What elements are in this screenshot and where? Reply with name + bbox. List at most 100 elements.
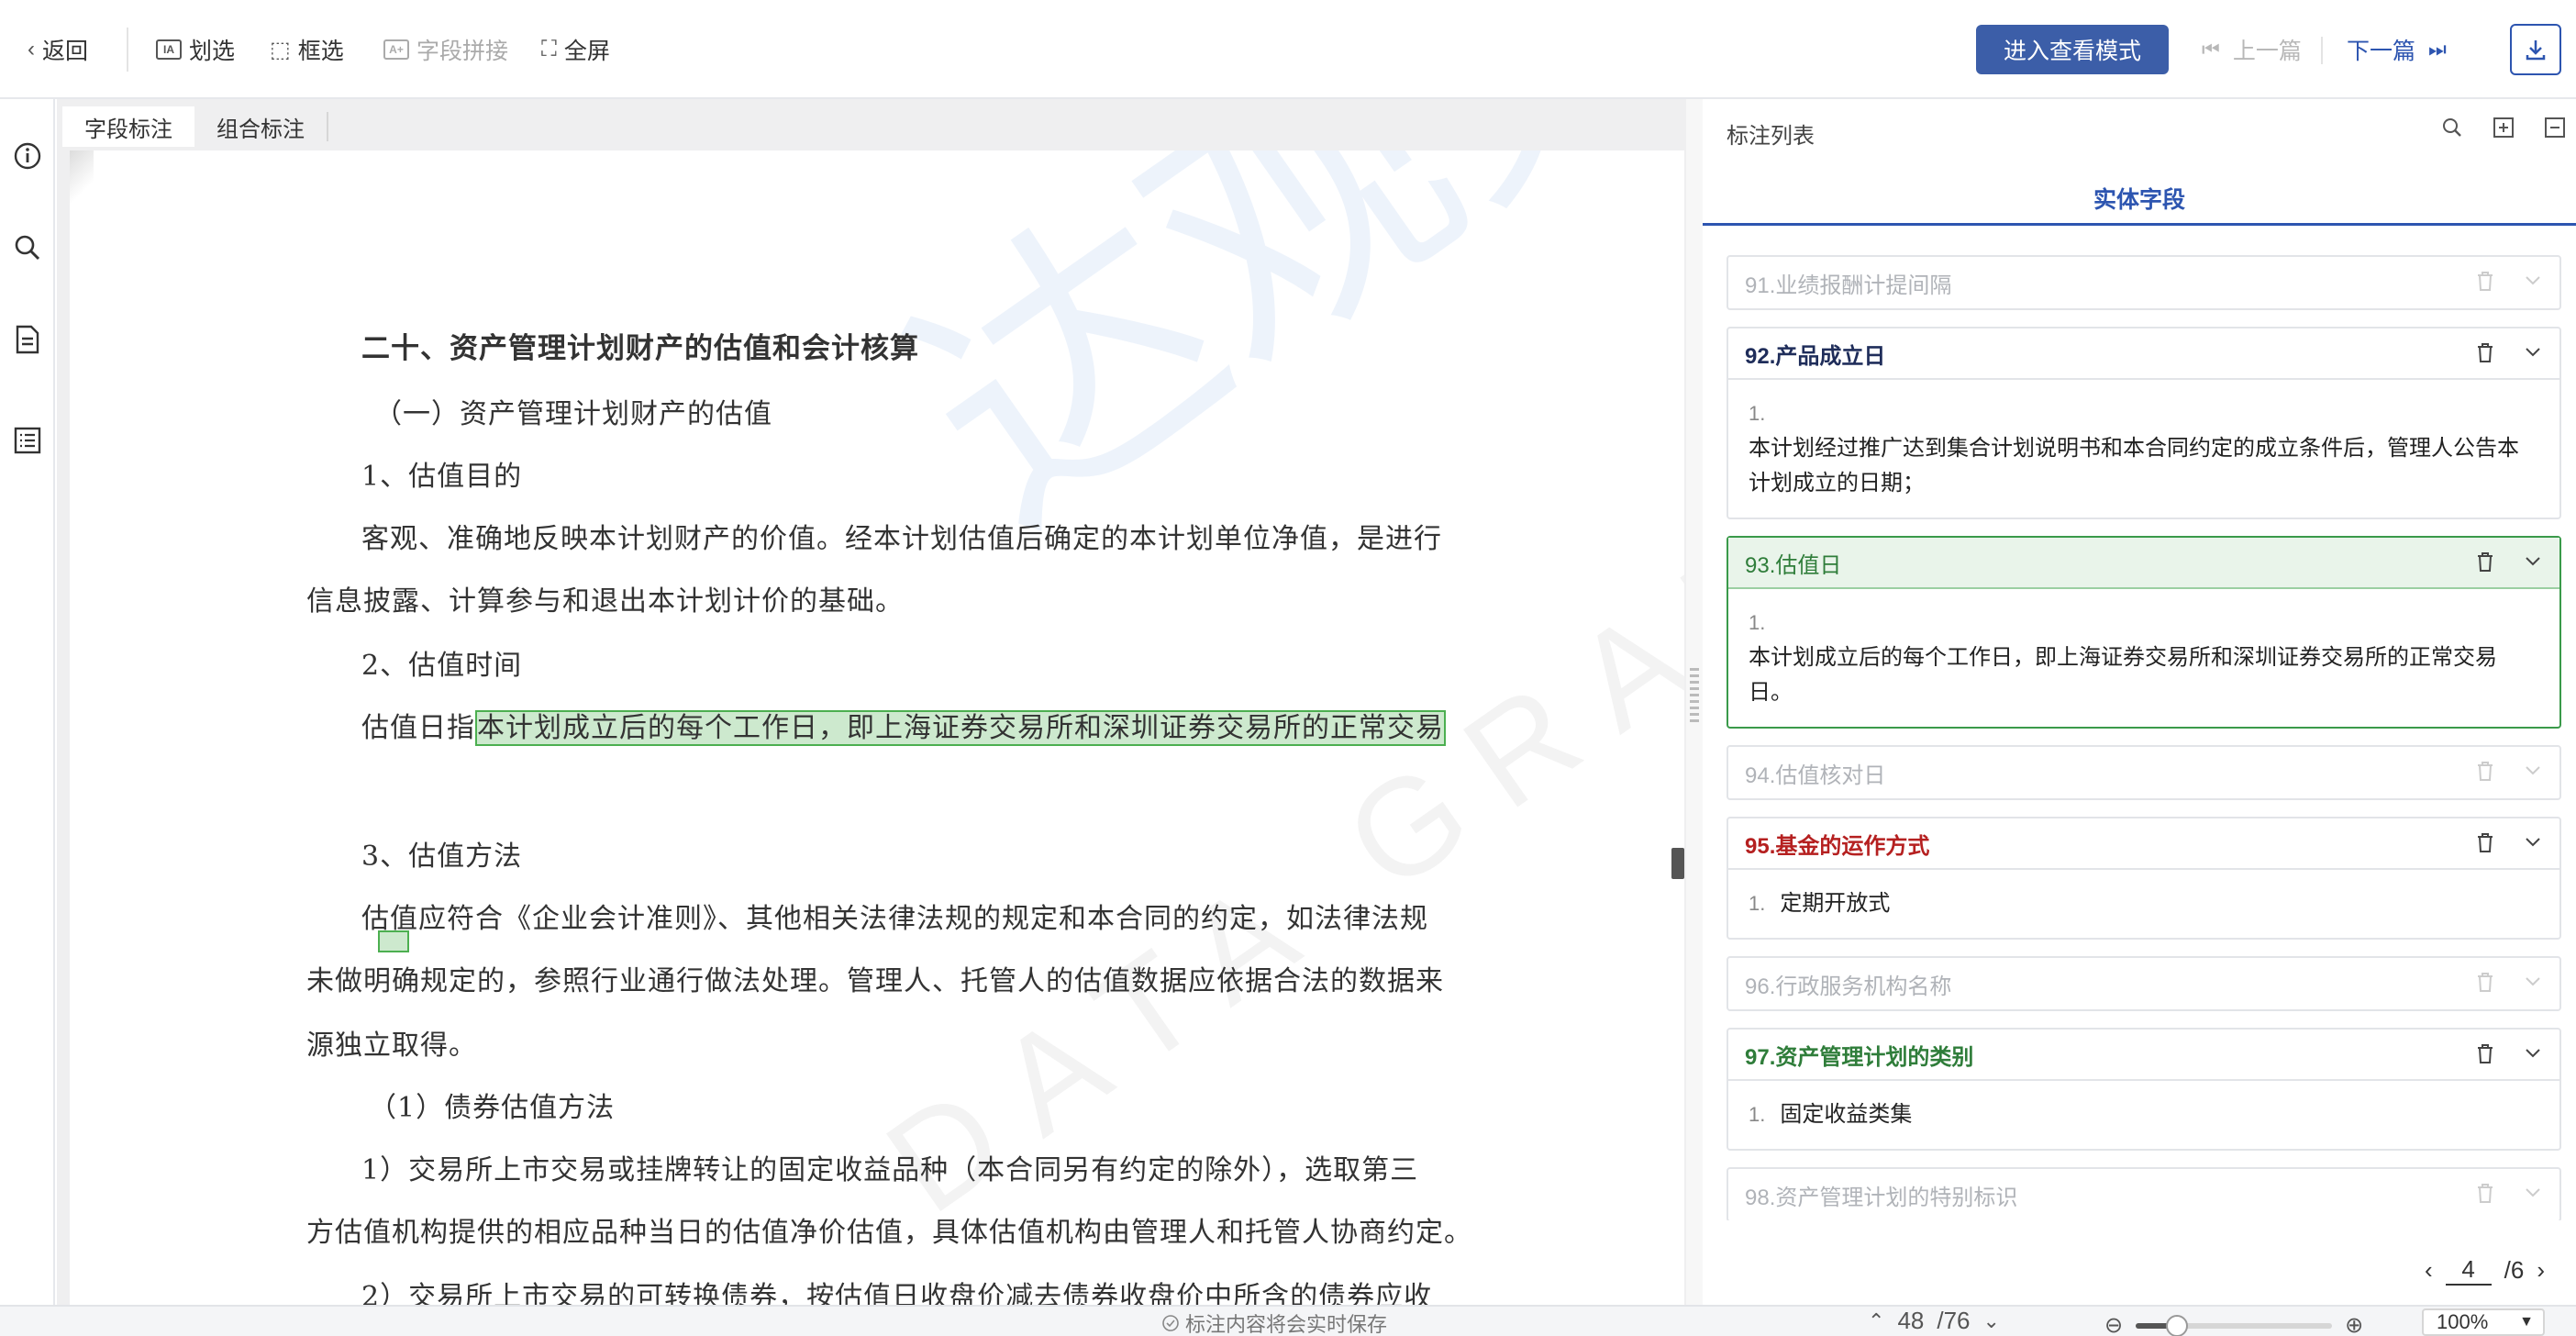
chevron-down-icon[interactable] <box>2523 1042 2543 1071</box>
select-text-label: 划选 <box>189 39 236 64</box>
card-header[interactable]: 96.行政服务机构名称 <box>1728 958 2559 1009</box>
field-concat-button[interactable]: A+ 字段拼接 <box>383 0 508 99</box>
next-doc-button[interactable]: 下一篇 ⏭ <box>2347 25 2447 74</box>
trash-icon[interactable] <box>2475 270 2495 298</box>
chevron-right-icon[interactable]: › <box>2537 1256 2545 1285</box>
highlighted-annotation[interactable]: 本计划成立后的每个工作日，即上海证券交易所和深圳证券交易所的正常交易 <box>475 710 1446 746</box>
prev-doc-button[interactable]: ⏮ 上一篇 <box>2202 25 2302 74</box>
tab-divider <box>327 112 328 141</box>
trash-icon[interactable] <box>2475 760 2495 788</box>
tab-field-annotation[interactable]: 字段标注 <box>62 106 194 147</box>
zoom-in-icon[interactable]: ⊕ <box>2345 1312 2363 1336</box>
card-header[interactable]: 95.基金的运作方式 <box>1728 818 2559 870</box>
back-button[interactable]: ‹ 返回 <box>28 0 88 99</box>
annotation-card[interactable]: 91.业绩报酬计提间隔 <box>1727 255 2561 310</box>
nav-divider <box>2321 37 2323 64</box>
annotation-value[interactable]: 本计划经过推广达到集合计划说明书和本合同约定的成立条件后，管理人公告本计划成立的… <box>1749 436 2519 495</box>
next-doc-label: 下一篇 <box>2347 39 2416 64</box>
prev-doc-label: 上一篇 <box>2232 39 2302 64</box>
scrollbar-thumb[interactable] <box>1671 848 1684 879</box>
zoom-value: 100% <box>2437 1310 2489 1333</box>
trash-icon[interactable] <box>2475 1042 2495 1071</box>
annotation-value[interactable]: 固定收益类集 <box>1780 1102 1912 1127</box>
trash-icon[interactable] <box>2475 971 2495 999</box>
page-down-icon[interactable]: ⌄ <box>1983 1309 2000 1333</box>
view-mode-button[interactable]: 进入查看模式 <box>1976 25 2169 74</box>
document-icon[interactable] <box>11 323 44 356</box>
current-page[interactable]: 48 <box>1897 1307 1924 1335</box>
card-body: 1. 固定收益类集 <box>1728 1081 2559 1149</box>
annotation-card[interactable]: 97.资产管理计划的类别 1. 固定收益类集 <box>1727 1028 2561 1151</box>
card-header[interactable]: 94.估值核对日 <box>1728 747 2559 798</box>
trash-icon[interactable] <box>2475 341 2495 370</box>
card-header[interactable]: 97.资产管理计划的类别 <box>1728 1030 2559 1081</box>
card-body: 1. 定期开放式 <box>1728 870 2559 938</box>
doc-line: 1、估值目的 <box>361 461 523 493</box>
trash-icon[interactable] <box>2475 831 2495 860</box>
zoom-out-icon[interactable]: ⊖ <box>2104 1312 2123 1336</box>
chevron-left-icon[interactable]: ‹ <box>2425 1256 2433 1285</box>
annotation-value[interactable]: 本计划成立后的每个工作日，即上海证券交易所和深圳证券交易所的正常交易日。 <box>1749 645 2497 705</box>
trash-icon[interactable] <box>2475 1182 2495 1210</box>
chevron-down-icon[interactable] <box>2523 831 2543 860</box>
top-toolbar: ‹ 返回 IA 划选 ⬚ 框选 A+ 字段拼接 ⛶ 全屏 进入查看模式 ⏮ 上一… <box>0 0 2576 99</box>
value-index: 1. <box>1749 1103 1766 1126</box>
chevron-left-icon: ‹ <box>28 37 35 61</box>
tab-entity-fields[interactable]: 实体字段 <box>1703 173 2576 226</box>
save-notice: 标注内容将会实时保存 <box>1161 1308 1387 1336</box>
zoom-slider[interactable] <box>2136 1314 2333 1336</box>
search-icon[interactable] <box>11 231 44 264</box>
doc-line: 信息披露、计算参与和退出本计划计价的基础。 <box>306 585 904 618</box>
zoom-control: ⊖ ⊕ <box>2104 1312 2363 1336</box>
info-icon[interactable] <box>11 139 44 173</box>
doc-line: （1）债券估值方法 <box>369 1092 616 1124</box>
total-pages: /6 <box>2504 1256 2525 1284</box>
current-page-input[interactable]: 4 <box>2445 1255 2492 1286</box>
panel-splitter[interactable] <box>1686 99 1703 1305</box>
zoom-select[interactable]: 100% ▼ <box>2422 1308 2545 1336</box>
card-header[interactable]: 92.产品成立日 <box>1728 328 2559 380</box>
list-icon[interactable] <box>11 424 44 457</box>
fullscreen-icon: ⛶ <box>541 37 557 61</box>
chevron-down-icon: ▼ <box>2519 1314 2534 1330</box>
annotation-card[interactable]: 94.估值核对日 <box>1727 745 2561 800</box>
zoom-slider-knob[interactable] <box>2166 1314 2189 1336</box>
left-icon-rail <box>0 99 55 1305</box>
annotation-card[interactable]: 98.资产管理计划的特别标识 <box>1727 1167 2561 1220</box>
annotation-card[interactable]: 95.基金的运作方式 1. 定期开放式 <box>1727 817 2561 940</box>
back-label: 返回 <box>42 39 89 64</box>
search-icon[interactable] <box>2440 116 2464 139</box>
card-header[interactable]: 98.资产管理计划的特别标识 <box>1728 1169 2559 1220</box>
skip-back-icon: ⏮ <box>2202 38 2220 61</box>
fullscreen-label: 全屏 <box>563 39 610 64</box>
annotation-card[interactable]: 93.估值日 1. 本计划成立后的每个工作日，即上海证券交易所和深圳证券交易所的正常… <box>1727 536 2561 729</box>
chevron-down-icon[interactable] <box>2523 971 2543 999</box>
annotation-card[interactable]: 96.行政服务机构名称 <box>1727 956 2561 1011</box>
expand-all-icon[interactable] <box>2492 116 2515 139</box>
panel-title: 标注列表 <box>1727 124 1815 149</box>
doc-line: 未做明确规定的，参照行业通行做法处理。管理人、托管人的估值数据应依据合法的数据来 <box>306 965 1444 997</box>
page-up-icon[interactable]: ⌃ <box>1868 1309 1884 1333</box>
select-text-button[interactable]: IA 划选 <box>156 0 235 99</box>
splitter-grip[interactable] <box>1690 668 1699 723</box>
doc-line: 二十、资产管理计划财产的估值和会计核算 <box>361 332 919 365</box>
card-header[interactable]: 93.估值日 <box>1728 538 2559 589</box>
annotation-value[interactable]: 定期开放式 <box>1780 891 1890 916</box>
doc-line: 估值应符合《企业会计准则》、其他相关法律法规的规定和本合同的约定，如法律法规 <box>361 903 1428 935</box>
chevron-down-icon[interactable] <box>2523 760 2543 788</box>
panel-actions <box>2440 116 2567 139</box>
download-button[interactable] <box>2510 24 2561 75</box>
chevron-down-icon[interactable] <box>2523 1182 2543 1210</box>
fullscreen-button[interactable]: ⛶ 全屏 <box>541 0 610 99</box>
chevron-down-icon[interactable] <box>2523 341 2543 370</box>
card-title: 91.业绩报酬计提间隔 <box>1745 273 1952 298</box>
trash-icon[interactable] <box>2475 551 2495 579</box>
document-page[interactable]: 达观数据 DATA GRAND 二十、资产管理计划财产的估值和会计核算 （一）资… <box>70 150 1684 1305</box>
chevron-down-icon[interactable] <box>2523 270 2543 298</box>
box-select-button[interactable]: ⬚ 框选 <box>270 0 344 99</box>
card-header[interactable]: 91.业绩报酬计提间隔 <box>1728 257 2559 308</box>
collapse-all-icon[interactable] <box>2543 116 2567 139</box>
chevron-down-icon[interactable] <box>2523 551 2543 579</box>
tab-combined-annotation[interactable]: 组合标注 <box>194 106 327 147</box>
annotation-card[interactable]: 92.产品成立日 1. 本计划经过推广达到集合计划说明书和本合同约定的成立条件后，管… <box>1727 327 2561 519</box>
